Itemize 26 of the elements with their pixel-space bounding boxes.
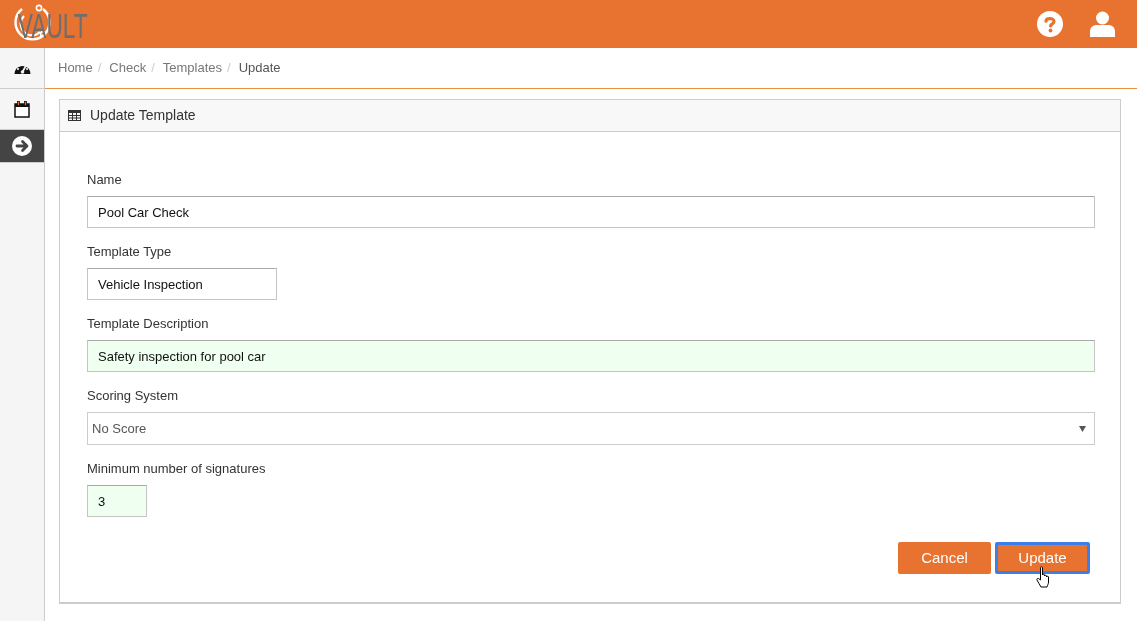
- panel-title: Update Template: [90, 106, 196, 125]
- scoring-select[interactable]: No Score: [87, 412, 1095, 445]
- input-field[interactable]: Safety inspection for pool car: [87, 340, 1095, 372]
- hand-pointer-icon: [1036, 566, 1052, 588]
- breadcrumb-separator: /: [96, 59, 103, 78]
- field-label: Template Type: [87, 244, 173, 260]
- breadcrumb-link[interactable]: Check: [109, 58, 147, 78]
- breadcrumb-separator: /: [226, 59, 232, 78]
- breadcrumb-link[interactable]: Templates: [162, 58, 223, 78]
- arrow-right-circle-icon: [12, 136, 32, 156]
- user-icon[interactable]: [1090, 11, 1115, 37]
- breadcrumb-separator: /: [150, 59, 156, 78]
- input-field[interactable]: Pool Car Check: [87, 196, 1095, 228]
- input-field[interactable]: Vehicle Inspection: [87, 268, 277, 300]
- help-icon[interactable]: [1037, 11, 1063, 37]
- caret-down-icon: [1079, 425, 1086, 432]
- calendar-icon: [14, 100, 30, 118]
- input-field[interactable]: 3: [87, 485, 147, 517]
- table-icon: [68, 110, 81, 121]
- sidebar-item[interactable]: [0, 130, 44, 163]
- field-label: Scoring System: [87, 388, 180, 404]
- breadcrumb-link[interactable]: Home: [58, 58, 93, 78]
- field-label: Template Description: [87, 316, 210, 332]
- field-label: Minimum number of signatures: [87, 461, 267, 477]
- breadcrumb-current: Update: [238, 59, 281, 78]
- field-label: Name: [87, 172, 123, 188]
